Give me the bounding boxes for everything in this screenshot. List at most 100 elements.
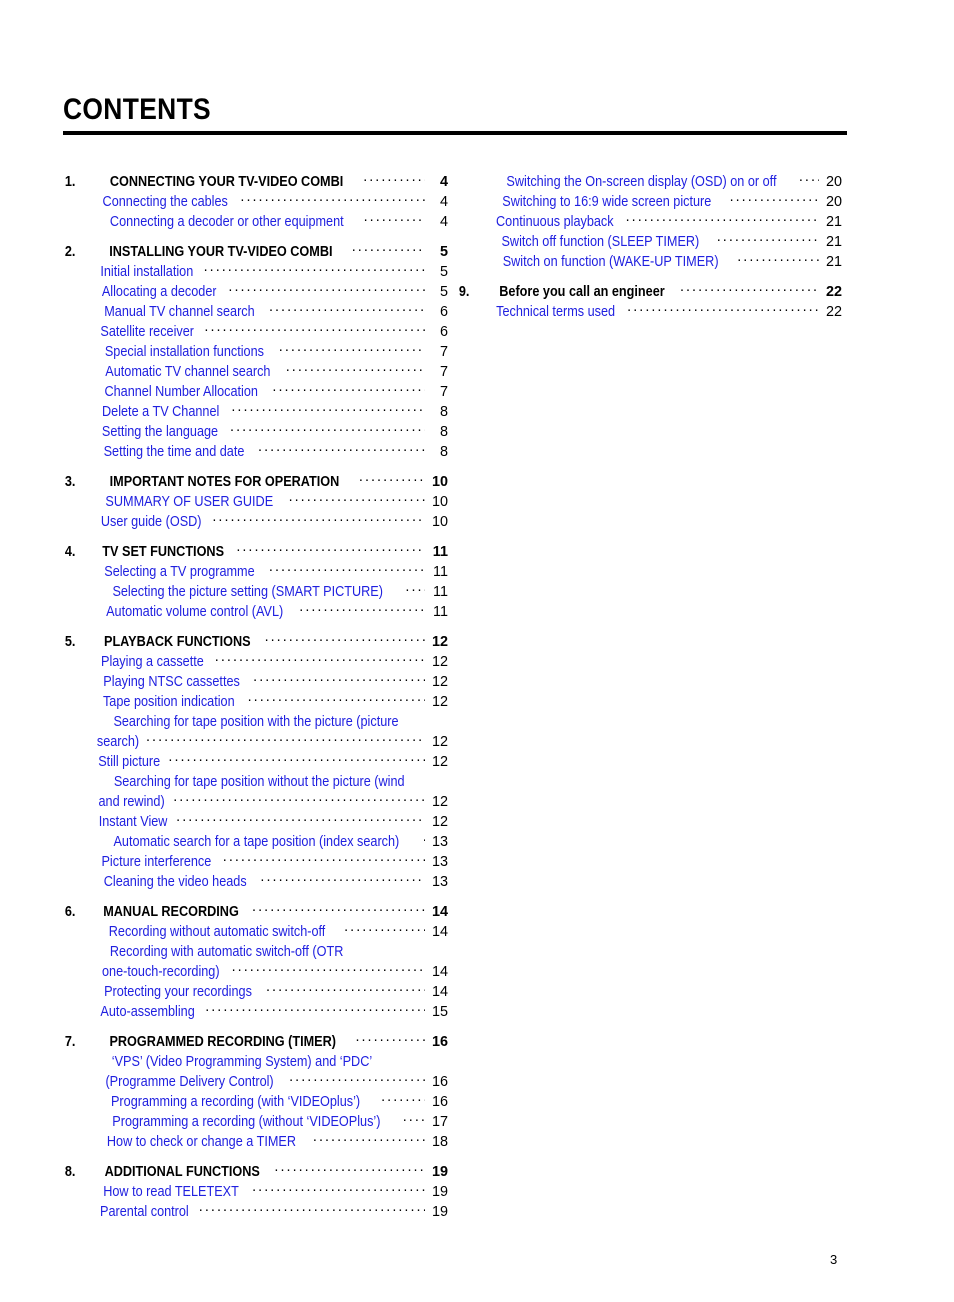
toc-entry[interactable]: 0.Technical terms used22 [457, 302, 842, 322]
toc-entry[interactable]: 0.Manual TV channel search6 [63, 302, 448, 322]
toc-entry[interactable]: 0.Playing a cassette12 [63, 652, 448, 672]
toc-section-heading[interactable]: 4. TV SET FUNCTIONS 11 [63, 542, 448, 562]
toc-entry-number: 6. [64, 904, 76, 920]
toc-section: 4.TV SET FUNCTIONS110.Selecting a TV pro… [63, 542, 448, 622]
toc-entry[interactable]: 0.Channel Number Allocation7 [63, 382, 448, 402]
toc-entry[interactable]: 0.Picture interference13 [63, 852, 448, 872]
toc-entry-label: MANUAL RECORDING [103, 904, 239, 920]
toc-entry-label: Setting the language [101, 424, 219, 440]
toc-entry[interactable]: 0.Satellite receiver6 [63, 322, 448, 342]
toc-entry[interactable]: 0.How to read TELETEXT19 [63, 1182, 448, 1202]
toc-entry-label: Satellite receiver [100, 324, 195, 340]
toc-entry-label: Delete a TV Channel [102, 404, 220, 420]
toc-entry[interactable]: 0.Playing NTSC cassettes12 [63, 672, 448, 692]
toc-entry-page-number: 4 [439, 214, 448, 230]
toc-entry[interactable]: 0.Switch off function (SLEEP TIMER)21 [457, 232, 842, 252]
dot-leader [403, 1112, 425, 1126]
toc-entry[interactable]: 0.Connecting a decoder or other equipmen… [63, 212, 448, 232]
toc-entry-continued[interactable]: 0.‘VPS’ (Video Programming System) and ‘… [63, 1052, 448, 1072]
toc-entry[interactable]: 0.Allocating a decoder5 [63, 282, 448, 302]
toc-entry[interactable]: 0.Cleaning the video heads13 [63, 872, 448, 892]
toc-entry-continued[interactable]: 0.Searching for tape position with the p… [63, 712, 448, 732]
toc-entry[interactable]: 0.Switching the On-screen display (OSD) … [457, 172, 842, 192]
toc-section-heading[interactable]: 5. PLAYBACK FUNCTIONS 12 [63, 632, 448, 652]
toc-entry[interactable]: 0.SUMMARY OF USER GUIDE10 [63, 492, 448, 512]
toc-entry-page-number: 13 [431, 854, 448, 870]
toc-entry[interactable]: 0.Automatic volume control (AVL)11 [63, 602, 448, 622]
toc-entry[interactable]: 0.Selecting a TV programme11 [63, 562, 448, 582]
toc-entry-page-number: 11 [432, 544, 448, 560]
toc-entry[interactable]: 0.User guide (OSD)10 [63, 512, 448, 532]
toc-entry-label: Allocating a decoder [101, 284, 217, 300]
dot-leader [205, 1002, 425, 1016]
toc-entry-label: Connecting the cables [102, 194, 228, 210]
toc-entry[interactable]: 0.Automatic search for a tape position (… [63, 832, 448, 852]
toc-entry-label: Switching to 16:9 wide screen picture [502, 194, 712, 210]
toc-entry-label: Initial installation [100, 264, 194, 280]
toc-section-heading[interactable]: 2. INSTALLING YOUR TV-VIDEO COMBI 5 [63, 242, 448, 262]
toc-entry[interactable]: 0.Setting the language8 [63, 422, 448, 442]
toc-section-heading[interactable]: 6. MANUAL RECORDING 14 [63, 902, 448, 922]
dot-leader [260, 872, 425, 886]
dot-leader [215, 652, 425, 666]
dot-leader [274, 1162, 425, 1176]
dot-leader [289, 492, 425, 506]
toc-entry[interactable]: 0.Delete a TV Channel8 [63, 402, 448, 422]
toc-entry[interactable]: 0.Protecting your recordings14 [63, 982, 448, 1002]
toc-entry-page-number: 21 [825, 234, 842, 250]
toc-entry[interactable]: 0.Special installation functions7 [63, 342, 448, 362]
toc-entry[interactable]: 0.Connecting the cables4 [63, 192, 448, 212]
toc-section-heading[interactable]: 3. IMPORTANT NOTES FOR OPERATION 10 [63, 472, 448, 492]
toc-section: 7. PROGRAMMED RECORDING (TIMER) 16 0.‘VPS’ … [63, 1032, 448, 1152]
toc-entry[interactable]: 0.Tape position indication12 [63, 692, 448, 712]
dot-leader [355, 1032, 425, 1046]
toc-entry[interactable]: 0.one-touch-recording)14 [63, 962, 448, 982]
toc-entry-number: 8. [64, 1164, 76, 1180]
toc-entry-page-number: 6 [439, 304, 448, 320]
toc-entry-number: 4. [64, 544, 76, 560]
toc-entry[interactable]: 0.search)12 [63, 732, 448, 752]
toc-entry-page-number: 7 [439, 344, 448, 360]
dot-leader [236, 542, 425, 556]
toc-entry[interactable]: 0.How to check or change a TIMER18 [63, 1132, 448, 1152]
toc-entry-label: IMPORTANT NOTES FOR OPERATION [109, 474, 340, 490]
toc-section-heading[interactable]: 9. Before you call an engineer 22 [457, 282, 842, 302]
toc-entry[interactable]: 0.Switching to 16:9 wide screen picture2… [457, 192, 842, 212]
contents-page: CONTENTS 1. CONNECTING YOUR TV-VIDEO COMB… [0, 0, 954, 1302]
dot-leader [680, 282, 819, 296]
toc-entry-page-number: 12 [431, 694, 448, 710]
toc-entry-number: 1. [64, 174, 76, 190]
toc-entry-page-number: 4 [439, 174, 448, 190]
toc-entry-label: CONNECTING YOUR TV-VIDEO COMBI [109, 174, 344, 190]
toc-section-heading[interactable]: 7. PROGRAMMED RECORDING (TIMER) 16 [63, 1032, 448, 1052]
toc-entry[interactable]: 0.Initial installation5 [63, 262, 448, 282]
toc-section-heading[interactable]: 8. ADDITIONAL FUNCTIONS 19 [63, 1162, 448, 1182]
toc-entry-label: Cleaning the video heads [103, 874, 247, 890]
toc-entry[interactable]: 0.and rewind)12 [63, 792, 448, 812]
toc-section-heading[interactable]: 1. CONNECTING YOUR TV-VIDEO COMBI 4 [63, 172, 448, 192]
toc-entry[interactable]: 0.(Programme Delivery Control)16 [63, 1072, 448, 1092]
toc-entry[interactable]: 0.Programming a recording (without ‘VIDE… [63, 1112, 448, 1132]
toc-entry-page-number: 18 [431, 1134, 448, 1150]
toc-entry[interactable]: 0.Auto-assembling15 [63, 1002, 448, 1022]
dot-leader [173, 792, 425, 806]
dot-leader [730, 192, 819, 206]
dot-leader [266, 982, 425, 996]
dot-leader [717, 232, 819, 246]
toc-entry[interactable]: 0.Selecting the picture setting (SMART P… [63, 582, 448, 602]
toc-entry[interactable]: 0.Continuous playback21 [457, 212, 842, 232]
toc-entry[interactable]: 0.Setting the time and date8 [63, 442, 448, 462]
toc-entry[interactable]: 0.Programming a recording (with ‘VIDEOpl… [63, 1092, 448, 1112]
toc-entry[interactable]: 0.Automatic TV channel search7 [63, 362, 448, 382]
toc-entry[interactable]: 0.Switch on function (WAKE-UP TIMER)21 [457, 252, 842, 272]
toc-entry-continued[interactable]: 0.Searching for tape position without th… [63, 772, 448, 792]
dot-leader [204, 322, 425, 336]
toc-entry-continued[interactable]: 0.Recording with automatic switch-off (O… [63, 942, 448, 962]
toc-entry-label: Special installation functions [104, 344, 264, 360]
toc-entry[interactable]: 0.Parental control19 [63, 1202, 448, 1222]
toc-entry[interactable]: 0.Instant View12 [63, 812, 448, 832]
toc-entry-label: Manual TV channel search [104, 304, 255, 320]
toc-entry[interactable]: 0.Still picture12 [63, 752, 448, 772]
dot-leader [253, 672, 425, 686]
toc-entry[interactable]: 0.Recording without automatic switch-off… [63, 922, 448, 942]
